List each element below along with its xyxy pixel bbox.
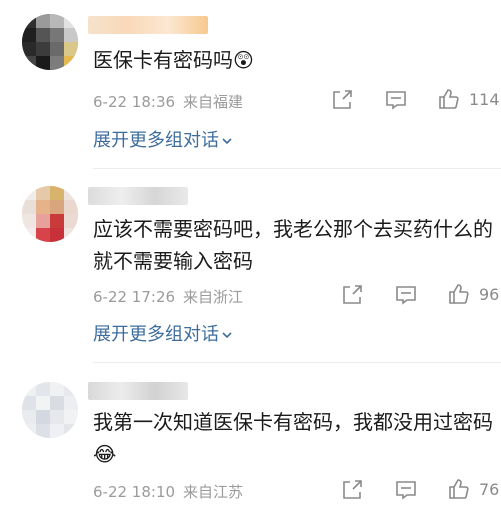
avatar[interactable] (22, 14, 78, 70)
comment-location: 来自江苏 (183, 483, 244, 501)
comment-text: 医保卡有密码吗😲 (93, 48, 254, 72)
share-icon[interactable] (330, 88, 354, 112)
chevron-down-icon (222, 332, 232, 339)
chevron-down-icon (222, 138, 232, 145)
share-icon[interactable] (340, 283, 364, 307)
comment-icon[interactable] (394, 478, 418, 502)
username-blurred[interactable] (88, 187, 188, 205)
comment-meta: 6-22 18:10 来自江苏 (93, 481, 243, 502)
thumbs-up-icon[interactable] (447, 282, 471, 306)
username-blurred[interactable] (88, 382, 188, 400)
avatar[interactable] (22, 186, 78, 242)
comment-text: 我第一次知道医保卡有密码，我都没用过密码😂 (93, 410, 493, 466)
expand-label: 展开更多组对话 (93, 324, 219, 345)
username-blurred[interactable] (88, 16, 208, 34)
avatar[interactable] (22, 382, 78, 438)
expand-more-replies-link[interactable]: 展开更多组对话 (93, 126, 233, 152)
comment-meta: 6-22 18:36 来自福建 (93, 91, 243, 112)
like-count: 96 (479, 285, 500, 304)
thumbs-up-icon[interactable] (447, 477, 471, 501)
expand-more-replies-link[interactable]: 展开更多组对话 (93, 320, 233, 346)
divider (93, 168, 501, 169)
comment-location: 来自福建 (183, 93, 244, 111)
comment-text: 应该不需要密码吧，我老公那个去买药什么的就不需要输入密码 (93, 217, 493, 273)
share-icon[interactable] (340, 478, 364, 502)
like-count: 76 (479, 480, 500, 499)
comment-date: 6-22 18:10 (93, 483, 176, 501)
comment-icon[interactable] (394, 283, 418, 307)
comment-meta: 6-22 17:26 来自浙江 (93, 286, 243, 307)
comment-icon[interactable] (384, 88, 408, 112)
like-count: 114 (469, 90, 500, 109)
thumbs-up-icon[interactable] (437, 87, 461, 111)
divider (93, 362, 501, 363)
comment-location: 来自浙江 (183, 288, 244, 306)
expand-label: 展开更多组对话 (93, 130, 219, 151)
comment-date: 6-22 17:26 (93, 288, 176, 306)
comment-date: 6-22 18:36 (93, 93, 176, 111)
